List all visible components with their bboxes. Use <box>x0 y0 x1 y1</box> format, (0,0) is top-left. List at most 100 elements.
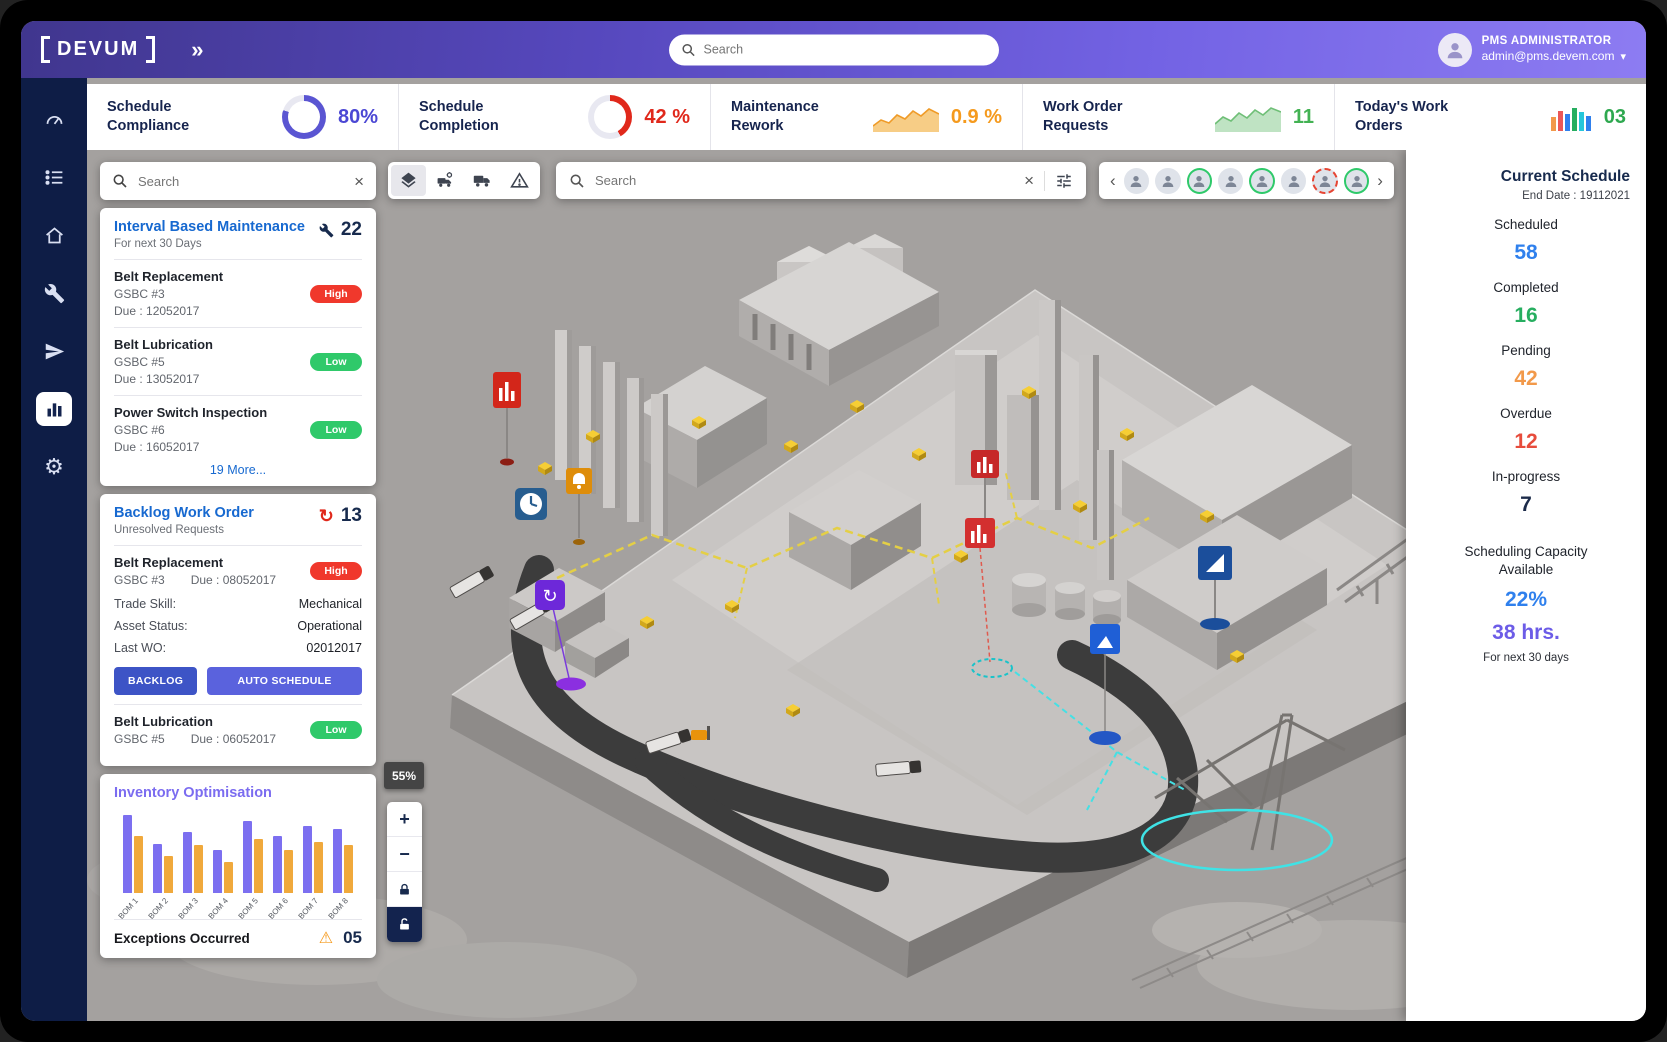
compliance-donut <box>281 95 326 139</box>
crew-strip: ‹ › <box>1099 162 1394 199</box>
alert-triangle-icon <box>510 172 529 188</box>
sidebar-expand-icon[interactable]: » <box>191 38 203 61</box>
work-order-item[interactable]: Belt Replacement GSBC #3 Due : 08052017 … <box>114 555 362 587</box>
work-order-name: Belt Lubrication <box>114 337 213 352</box>
map-viewport[interactable]: ↻ Search × Interval Based Maintenance Fo… <box>87 150 1646 1021</box>
inventory-bar-series2 <box>194 845 203 893</box>
work-order-item[interactable]: Belt Lubrication GSBC #5 Due : 06052017 … <box>114 714 362 746</box>
inventory-bar-group <box>238 811 268 893</box>
search-icon <box>681 43 695 56</box>
exceptions-row[interactable]: Exceptions Occurred ⚠ 05 <box>114 919 362 948</box>
kpi-work-order-requests: Work Order Requests 11 <box>1022 84 1334 150</box>
user-role: PMS ADMINISTRATOR <box>1481 35 1612 48</box>
backlog-card-title[interactable]: Backlog Work Order <box>114 505 254 521</box>
user-menu[interactable]: PMS ADMINISTRATOR admin@pms.devem.com ▾ <box>1437 32 1626 67</box>
work-order-item[interactable]: Power Switch Inspection GSBC #6 Due : 16… <box>114 405 362 454</box>
stat-pending: Pending 42 <box>1422 343 1630 391</box>
interval-maintenance-card: Interval Based Maintenance For next 30 D… <box>100 208 376 486</box>
crew-avatar[interactable] <box>1280 167 1307 194</box>
unlock-button[interactable] <box>387 907 422 942</box>
lock-button[interactable] <box>387 872 422 907</box>
rail-item-maintenance[interactable] <box>36 276 72 310</box>
send-icon <box>45 343 64 359</box>
schedule-panel-title: Current Schedule <box>1500 168 1630 185</box>
stat-overdue: Overdue 12 <box>1422 406 1630 454</box>
crew-avatar[interactable] <box>1186 167 1213 194</box>
inventory-bar-series2 <box>344 845 353 893</box>
close-icon[interactable]: × <box>1024 172 1034 189</box>
filter-icon[interactable] <box>1055 172 1073 190</box>
map-search-input[interactable] <box>595 173 1015 188</box>
inventory-bar-group <box>208 811 238 893</box>
kpi-todays-work-orders: Today's Work Orders 03 <box>1334 84 1646 150</box>
inventory-bar-group <box>268 811 298 893</box>
kpi-schedule-compliance: Schedule Compliance 80% <box>87 84 398 150</box>
bar-chart-icon <box>47 402 61 416</box>
priority-badge: High <box>310 284 362 303</box>
gear-icon: ⚙ <box>44 454 64 479</box>
global-search-input[interactable] <box>703 42 987 57</box>
kpi-maintenance-rework: Maintenance Rework 0.9 % <box>710 84 1022 150</box>
close-icon[interactable]: × <box>354 173 364 190</box>
rail-item-dispatch[interactable] <box>36 334 72 368</box>
crew-avatar[interactable] <box>1249 167 1275 194</box>
wrench-icon <box>44 283 64 303</box>
inventory-bar-series1 <box>213 850 222 893</box>
work-order-asset: GSBC #6 <box>114 423 165 437</box>
rail-item-analytics[interactable] <box>36 392 72 426</box>
inventory-bar-series1 <box>183 831 192 893</box>
field-row: Last WO: 02012017 <box>114 637 362 659</box>
map-search[interactable]: × <box>556 162 1086 199</box>
interval-card-title[interactable]: Interval Based Maintenance <box>114 219 305 235</box>
map-marker-clock[interactable] <box>515 488 547 520</box>
inventory-bar-series2 <box>224 861 233 893</box>
alerts-tool[interactable] <box>502 165 537 196</box>
chevron-down-icon[interactable]: ▾ <box>1620 50 1626 64</box>
schedule-end-date: End Date : 19112021 <box>1522 190 1630 202</box>
unlock-icon <box>400 918 409 930</box>
wrench-icon <box>319 223 334 238</box>
kpi-label: Schedule Compliance <box>107 99 190 134</box>
crew-avatar[interactable] <box>1218 167 1244 194</box>
interval-card-subtitle: For next 30 Days <box>114 238 202 250</box>
field-value: Operational <box>297 619 362 633</box>
backlog-button[interactable]: BACKLOG <box>114 667 198 695</box>
more-link[interactable]: 19 More... <box>114 463 362 477</box>
work-order-item[interactable]: Belt Replacement GSBC #3 Due : 12052017 … <box>114 269 362 318</box>
icon-rail: ⚙ <box>21 78 87 1021</box>
rail-item-home[interactable] <box>36 218 72 252</box>
inventory-bar-series1 <box>333 829 342 893</box>
vehicle-settings-tool[interactable] <box>428 165 463 196</box>
backlog-card: Backlog Work Order Unresolved Requests ↻… <box>100 494 376 766</box>
chevron-left-icon[interactable]: ‹ <box>1108 171 1118 191</box>
global-search[interactable] <box>668 34 999 65</box>
user-email: admin@pms.devem.com <box>1481 49 1615 64</box>
requests-sparkline <box>1214 107 1281 132</box>
kpi-label: Schedule Completion <box>419 99 499 134</box>
work-order-item[interactable]: Belt Lubrication GSBC #5 Due : 13052017 … <box>114 337 362 386</box>
inventory-card-title[interactable]: Inventory Optimisation <box>114 785 362 801</box>
inventory-bar-group <box>118 811 148 893</box>
rail-item-settings[interactable]: ⚙ <box>36 450 72 484</box>
panel-search-input[interactable] <box>138 173 345 189</box>
rail-item-worklist[interactable] <box>36 160 72 194</box>
crew-avatar[interactable] <box>1155 167 1181 194</box>
chevron-right-icon[interactable]: › <box>1375 171 1385 191</box>
priority-badge: Low <box>310 352 362 371</box>
panel-search[interactable]: × <box>100 162 376 200</box>
crew-avatar[interactable] <box>1123 167 1150 194</box>
auto-schedule-button[interactable]: AUTO SCHEDULE <box>207 667 362 695</box>
rail-item-dashboard[interactable] <box>36 102 72 136</box>
crew-avatar[interactable] <box>1312 167 1338 194</box>
zoom-out-button[interactable]: − <box>387 837 422 872</box>
layers-tool[interactable] <box>391 165 426 196</box>
current-schedule-panel: Current Schedule End Date : 19112021 Sch… <box>1406 150 1646 1021</box>
search-icon <box>113 174 127 188</box>
truck-tool[interactable] <box>465 165 500 196</box>
zoom-in-button[interactable]: + <box>387 802 422 837</box>
app-screen: DEVUM » PMS ADMINISTRATOR admin@pms.deve… <box>21 21 1646 1021</box>
capacity-hours: 38 hrs. <box>1492 621 1560 645</box>
kpi-value: 11 <box>1292 105 1314 128</box>
crew-avatar[interactable] <box>1343 167 1370 194</box>
backlog-count: 13 <box>340 505 362 526</box>
